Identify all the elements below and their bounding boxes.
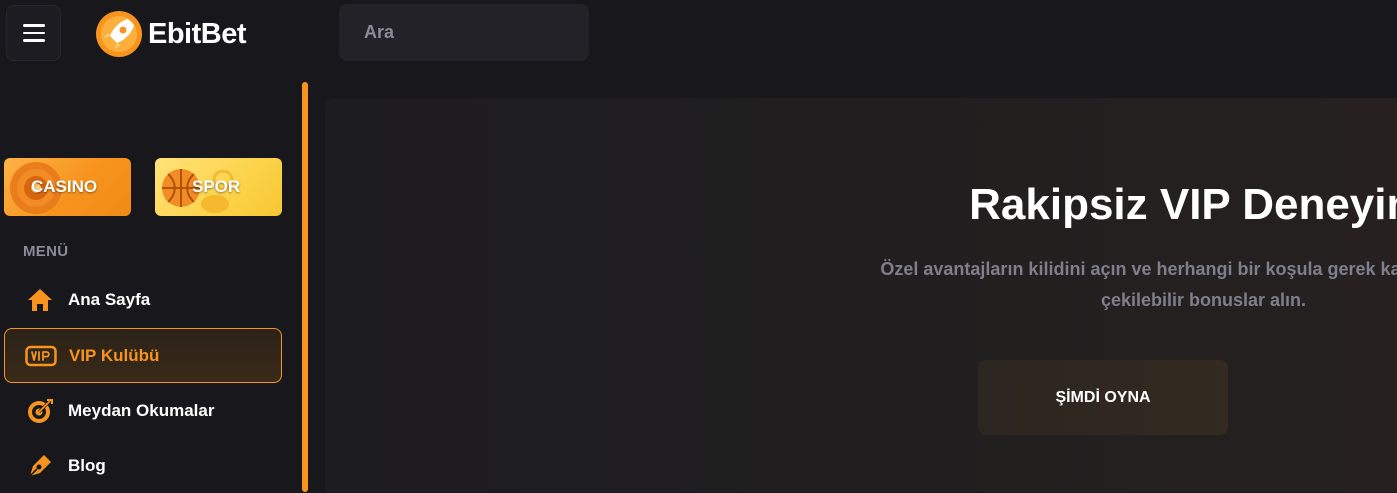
sidebar-item-label: Meydan Okumalar [68, 400, 215, 420]
brand-logo[interactable]: EbitBet [94, 8, 247, 60]
pen-icon [24, 450, 56, 482]
top-header: EbitBet [0, 0, 1397, 82]
rocket-logo-icon [96, 11, 142, 57]
vip-icon [25, 340, 57, 372]
target-icon [24, 395, 56, 427]
hero-subtitle-line-1: Özel avantajların kilidini açın ve herha… [880, 259, 1397, 279]
sidebar-item-blog[interactable]: Blog [4, 438, 282, 493]
search-box[interactable] [339, 4, 596, 61]
hero-subtitle-line-2: çekilebilir bonuslar alın. [1100, 290, 1307, 310]
home-icon [24, 284, 56, 316]
hamburger-menu-button[interactable] [6, 5, 61, 61]
sidebar-scrollbar[interactable] [302, 82, 308, 492]
hero-subtitle: Özel avantajların kilidini açın ve herha… [325, 254, 1397, 316]
search-input[interactable] [364, 22, 596, 43]
category-casino-button[interactable]: CASINO [4, 158, 131, 216]
sidebar-item-label: VIP Kulübü [69, 345, 160, 365]
category-casino-label: CASINO [31, 177, 98, 196]
sidebar-item-label: Blog [68, 455, 106, 475]
play-now-button[interactable]: ŞİMDİ OYNA [978, 360, 1228, 435]
sidebar-item-vip-kulubu[interactable]: VIP Kulübü [4, 328, 282, 383]
sidebar: CASINO SPOR MENÜ Ana Sayfa VIP Kulübü Me… [0, 82, 302, 492]
category-spor-label: SPOR [192, 177, 241, 196]
vip-hero-banner: Rakipsiz VIP Deneyimi Özel avantajların … [325, 98, 1397, 492]
sidebar-item-label: Ana Sayfa [68, 289, 151, 309]
brand-name: EbitBet [148, 17, 247, 50]
hamburger-icon [22, 24, 45, 27]
sidebar-item-meydan-okumalar[interactable]: Meydan Okumalar [4, 383, 282, 438]
hero-title: Rakipsiz VIP Deneyimi [969, 180, 1397, 229]
category-spor-button[interactable]: SPOR [155, 158, 282, 216]
menu-heading: MENÜ [23, 243, 69, 260]
sidebar-item-ana-sayfa[interactable]: Ana Sayfa [4, 272, 282, 327]
